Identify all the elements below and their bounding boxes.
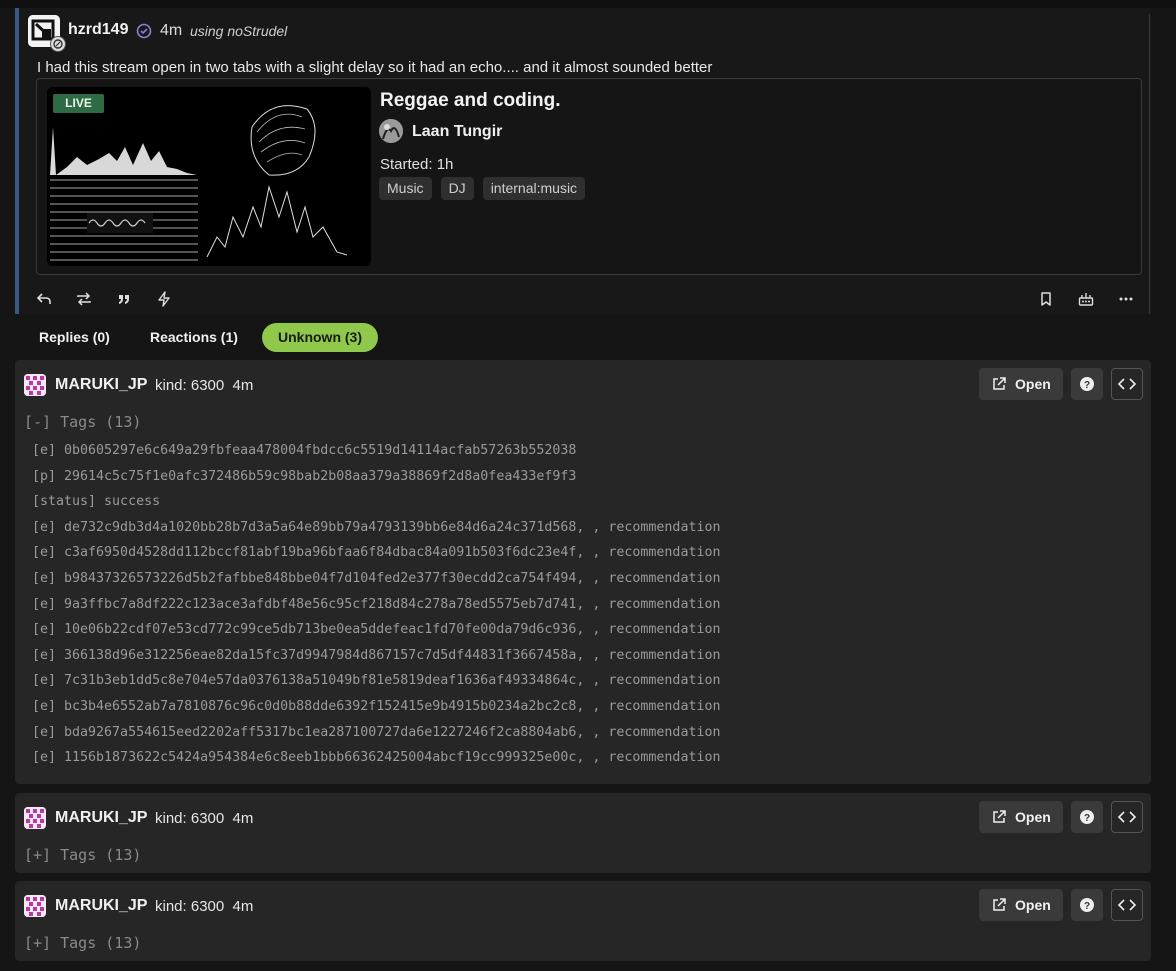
tag-line: [e] 10e06b22cdf07e53cd772c99ce5db713be0e… (32, 622, 721, 637)
event-meta: kind: 6300 4m (155, 377, 254, 394)
help-icon: ? (1080, 898, 1094, 912)
code-button[interactable] (1111, 889, 1143, 921)
open-button-label: Open (1015, 897, 1051, 913)
open-button-label: Open (1015, 376, 1051, 392)
external-link-icon (993, 377, 1006, 390)
help-icon: ? (1080, 377, 1094, 391)
event-author[interactable]: MARUKI_JP (55, 809, 147, 827)
tag-chip[interactable]: internal:music (482, 177, 586, 200)
tag-chip[interactable]: DJ (440, 177, 474, 200)
open-button[interactable]: Open (979, 889, 1063, 921)
svg-text:?: ? (1084, 813, 1090, 824)
stream-thumbnail[interactable] (47, 87, 371, 266)
tags-toggle[interactable]: [+] Tags (13) (24, 846, 141, 864)
event-author[interactable]: MARUKI_JP (55, 376, 147, 394)
avatar[interactable] (24, 895, 46, 917)
tag-line: [e] 366138d96e312256eae82da15fc37d994798… (32, 648, 721, 663)
tag-line: [e] 7c31b3eb1dd5c8e704e57da0376138a51049… (32, 673, 721, 688)
code-icon (1117, 378, 1137, 390)
started-label: Started: 1h (380, 156, 454, 173)
tab-reactions[interactable]: Reactions (1) (134, 323, 254, 352)
client-label: using noStrudel (190, 23, 288, 39)
tab-replies[interactable]: Replies (0) (23, 323, 126, 352)
top-strip (0, 0, 1176, 8)
event-card: MARUKI_JP kind: 6300 4m Open ? [-] Tags … (15, 360, 1151, 784)
zap-icon[interactable] (156, 291, 172, 307)
open-button[interactable]: Open (979, 368, 1063, 400)
avatar[interactable] (379, 119, 403, 143)
bookmark-icon[interactable] (1038, 291, 1054, 307)
event-card: MARUKI_JP kind: 6300 4m Open ? [+] Tags … (15, 793, 1151, 873)
badge-icon (50, 36, 66, 52)
tags-toggle[interactable]: [-] Tags (13) (24, 413, 141, 431)
quote-icon[interactable] (116, 291, 132, 307)
stream-tags: Music DJ internal:music (379, 177, 586, 200)
tag-line: [e] c3af6950d4528dd112bccf81abf19ba96bfa… (32, 545, 721, 560)
tag-line: [e] 9a3ffbc7a8df222c123ace3afdbf48e56c95… (32, 597, 721, 612)
tag-line: [e] bda9267a554615eed2202aff5317bc1ea287… (32, 725, 721, 740)
avatar[interactable] (24, 807, 46, 829)
tag-line: [p] 29614c5c75f1e0afc372486b59c98bab2b08… (32, 469, 577, 484)
stream-title[interactable]: Reggae and coding. (380, 90, 561, 112)
event-meta: kind: 6300 4m (155, 898, 254, 915)
reply-icon[interactable] (36, 291, 52, 307)
external-link-icon (993, 810, 1006, 823)
help-button[interactable]: ? (1071, 889, 1103, 921)
event-author[interactable]: MARUKI_JP (55, 897, 147, 915)
verified-icon (136, 23, 152, 44)
author-name[interactable]: hzrd149 (68, 21, 128, 39)
event-card: MARUKI_JP kind: 6300 4m Open ? [+] Tags … (15, 881, 1151, 961)
note-timestamp[interactable]: 4m (160, 22, 182, 40)
help-button[interactable]: ? (1071, 368, 1103, 400)
repost-icon[interactable] (76, 291, 92, 307)
divider (1149, 14, 1150, 314)
help-button[interactable]: ? (1071, 801, 1103, 833)
more-icon[interactable] (1118, 291, 1134, 307)
tag-chip[interactable]: Music (379, 177, 432, 200)
tag-line: [e] bc3b4e6552ab7a7810876c96c0d0b88dde63… (32, 699, 721, 714)
broadcast-icon[interactable] (1078, 291, 1094, 307)
tab-unknown[interactable]: Unknown (3) (262, 323, 378, 352)
note-content: I had this stream open in two tabs with … (37, 59, 713, 76)
tag-line: [status] success (32, 494, 161, 509)
code-button[interactable] (1111, 368, 1143, 400)
svg-text:?: ? (1084, 901, 1090, 912)
tag-line: [e] 1156b1873622c5424a954384e6c8eeb1bbb6… (32, 750, 721, 765)
open-button[interactable]: Open (979, 801, 1063, 833)
tag-line: [e] 0b0605297e6c649a29fbfeaa478004fbdcc6… (32, 443, 577, 458)
tag-line: [e] de732c9db3d4a1020bb28b7d3a5a64e89bb7… (32, 520, 721, 535)
live-badge: LIVE (53, 94, 104, 113)
avatar[interactable] (24, 374, 46, 396)
tag-line: [e] b98437326573226d5b2fafbbe848bbe04f7d… (32, 571, 721, 586)
help-icon: ? (1080, 810, 1094, 824)
external-link-icon (993, 898, 1006, 911)
code-icon (1117, 811, 1137, 823)
code-icon (1117, 899, 1137, 911)
svg-text:?: ? (1084, 380, 1090, 391)
code-button[interactable] (1111, 801, 1143, 833)
open-button-label: Open (1015, 809, 1051, 825)
tags-toggle[interactable]: [+] Tags (13) (24, 934, 141, 952)
host-name[interactable]: Laan Tungir (412, 123, 502, 141)
event-meta: kind: 6300 4m (155, 810, 254, 827)
